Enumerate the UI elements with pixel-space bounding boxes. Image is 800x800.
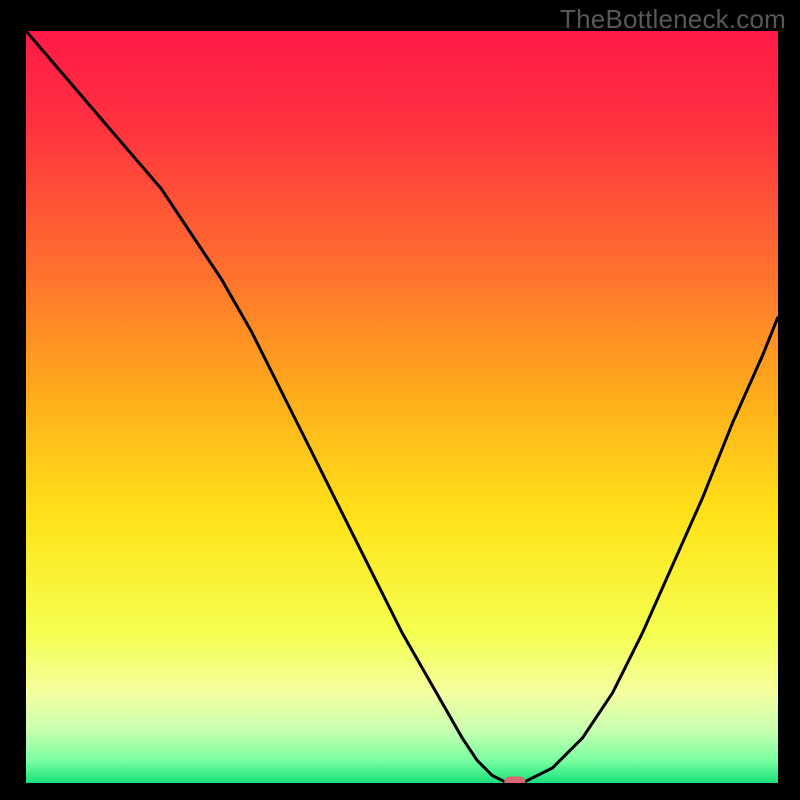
bottleneck-chart	[26, 31, 778, 783]
optimum-marker	[505, 777, 525, 783]
watermark-text: TheBottleneck.com	[560, 4, 786, 35]
plot-background	[26, 31, 778, 783]
chart-frame: TheBottleneck.com	[0, 0, 800, 800]
